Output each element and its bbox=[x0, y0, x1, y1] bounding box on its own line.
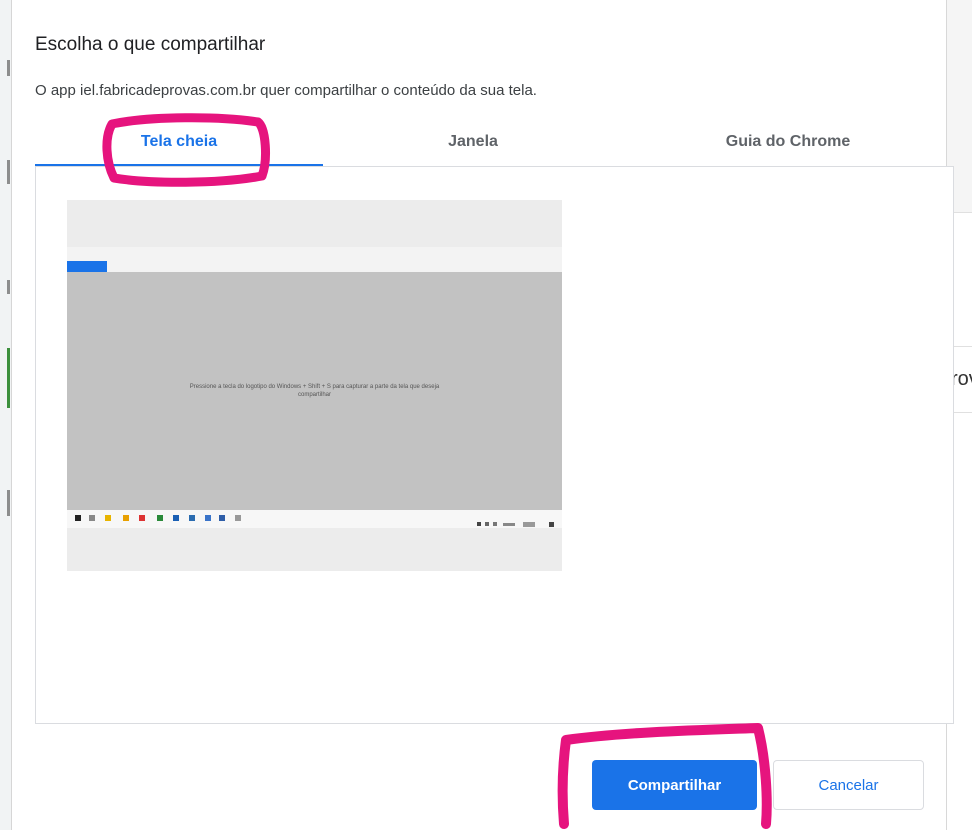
taskbar-app-icon bbox=[123, 515, 129, 521]
tab-janela[interactable]: Janela bbox=[323, 118, 623, 166]
taskbar-app-icon bbox=[105, 515, 111, 521]
taskbar-app-icon bbox=[205, 515, 211, 521]
tab-guia-do-chrome[interactable]: Guia do Chrome bbox=[623, 118, 953, 166]
share-tabs: Tela cheia Janela Guia do Chrome bbox=[35, 118, 953, 167]
screen-preview[interactable]: Pressione a tecla do logotipo do Windows… bbox=[67, 200, 562, 571]
taskbar-app-icon bbox=[235, 515, 241, 521]
background-mark-green bbox=[7, 348, 10, 408]
taskbar-tray bbox=[477, 515, 557, 527]
dialog-title: Escolha o que compartilhar bbox=[35, 34, 266, 55]
background-mark bbox=[7, 490, 10, 516]
preview-message: compartilhar bbox=[297, 392, 331, 398]
background-mark bbox=[7, 160, 10, 184]
taskbar-app-icon bbox=[189, 515, 195, 521]
taskbar-app-icon bbox=[139, 515, 145, 521]
tab-tela-cheia[interactable]: Tela cheia bbox=[35, 118, 323, 166]
taskbar-app-icon bbox=[75, 515, 81, 521]
background-mark bbox=[7, 280, 10, 294]
preview-browser-bar bbox=[67, 247, 562, 272]
cancel-button[interactable]: Cancelar bbox=[773, 760, 924, 810]
taskbar-app-icon bbox=[173, 515, 179, 521]
dialog-description: O app iel.fabricadeprovas.com.br quer co… bbox=[35, 82, 537, 99]
preview-message: Pressione a tecla do logotipo do Windows… bbox=[189, 384, 440, 390]
preview-blue-button bbox=[67, 261, 107, 272]
preview-taskbar bbox=[67, 510, 562, 528]
share-button[interactable]: Compartilhar bbox=[592, 760, 757, 810]
background-left-edge bbox=[0, 0, 12, 830]
taskbar-app-icon bbox=[89, 515, 95, 521]
background-mark bbox=[7, 60, 10, 76]
taskbar-app-icon bbox=[219, 515, 225, 521]
taskbar-app-icon bbox=[157, 515, 163, 521]
background-text-fragment: rov bbox=[951, 368, 972, 390]
preview-desktop: Pressione a tecla do logotipo do Windows… bbox=[67, 272, 562, 510]
